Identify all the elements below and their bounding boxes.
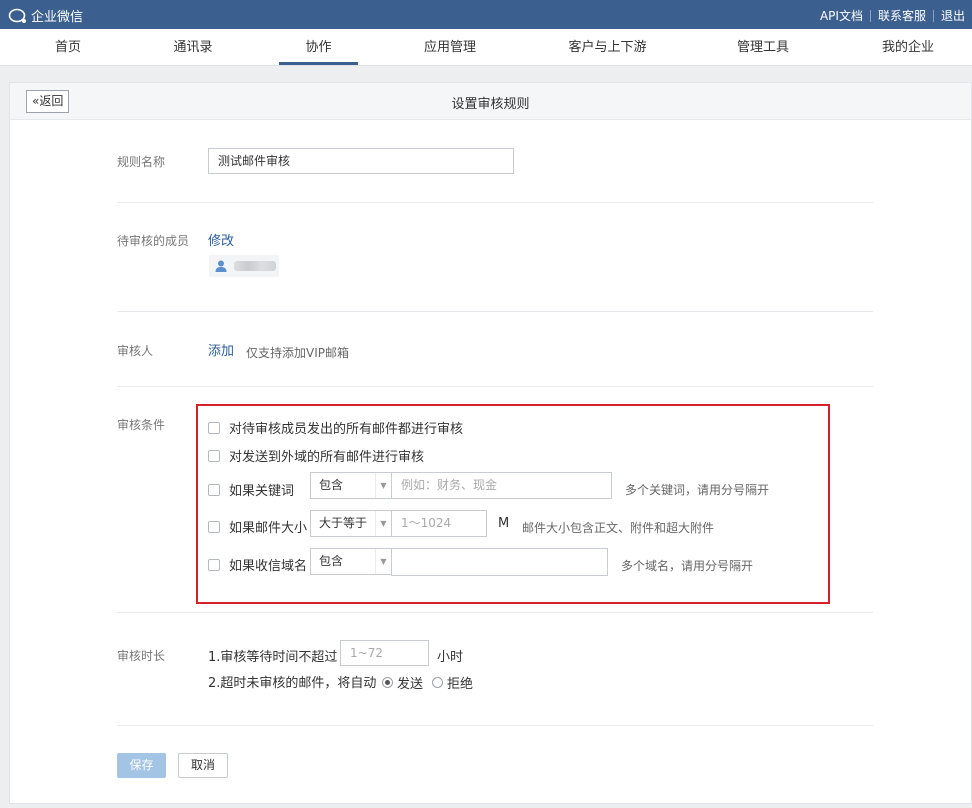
card-header: 设置审核规则 «返回 [10, 83, 971, 120]
keyword-match-select[interactable]: 包含 ▼ [310, 472, 392, 499]
contact-support-link[interactable]: 联系客服 [871, 7, 933, 24]
page-title: 设置审核规则 [451, 97, 530, 112]
domain-hint: 多个域名，请用分号隔开 [621, 559, 754, 573]
condition-external-domain[interactable]: 对发送到外域的所有邮件进行审核 [208, 446, 424, 465]
condition-domain-label: 如果收信域名 [229, 559, 308, 574]
size-compare-select[interactable]: 大于等于 ▼ [310, 510, 392, 537]
add-reviewer-link[interactable]: 添加 [208, 340, 234, 359]
duration-label: 审核时长 [117, 649, 166, 663]
nav-home[interactable]: 首页 [40, 29, 96, 66]
conditions-label: 审核条件 [117, 418, 166, 432]
option-reject-label: 拒绝 [447, 677, 474, 692]
reviewer-label: 审核人 [117, 344, 154, 358]
condition-all-outgoing[interactable]: 对待审核成员发出的所有邮件都进行审核 [208, 418, 463, 437]
keyword-hint: 多个关键词，请用分号隔开 [625, 483, 770, 497]
condition-keyword-label: 如果关键词 [229, 484, 295, 499]
rule-settings-card: 设置审核规则 «返回 规则名称 测试邮件审核 待审核的成员 修改 审核人 添加 … [9, 82, 972, 804]
app-name: 企业微信 [31, 10, 84, 25]
option-reject[interactable]: 拒绝 [432, 673, 473, 692]
divider [117, 612, 873, 613]
logout-link[interactable]: 退出 [934, 7, 972, 24]
members-label: 待审核的成员 [117, 234, 190, 248]
member-name-redacted [234, 261, 276, 271]
divider [117, 725, 873, 726]
domain-match-value: 包含 [319, 554, 344, 568]
option-send[interactable]: 发送 [382, 673, 423, 692]
condition-all-outgoing-label: 对待审核成员发出的所有邮件都进行审核 [229, 422, 464, 437]
top-links: API文档 联系客服 退出 [813, 7, 972, 24]
wecom-logo-icon [8, 8, 28, 24]
rule-name-input[interactable]: 测试邮件审核 [208, 148, 514, 174]
nav-app-management[interactable]: 应用管理 [414, 29, 486, 66]
top-bar: 企业微信 API文档 联系客服 退出 [0, 0, 972, 29]
size-input-placeholder: 1～1024 [401, 516, 452, 530]
condition-keyword[interactable]: 如果关键词 [208, 480, 294, 499]
main-nav: 首页 通讯录 协作 应用管理 客户与上下游 管理工具 我的企业 [0, 29, 972, 66]
divider [117, 202, 873, 203]
condition-domain[interactable]: 如果收信域名 [208, 555, 307, 574]
wait-hours-placeholder: 1~72 [350, 646, 383, 660]
chevron-down-icon: ▼ [375, 473, 391, 498]
size-unit: M [498, 516, 510, 531]
nav-active-indicator [279, 62, 358, 65]
checkbox[interactable] [208, 449, 220, 462]
checkbox[interactable] [208, 421, 220, 434]
keyword-match-value: 包含 [319, 478, 344, 492]
user-icon [215, 260, 227, 272]
wait-time-prefix: 1.审核等待时间不超过 [208, 650, 338, 665]
size-compare-value: 大于等于 [319, 516, 368, 530]
radio-send[interactable] [382, 677, 393, 688]
keyword-input[interactable]: 例如：财务、现金 [391, 472, 612, 499]
option-send-label: 发送 [397, 677, 424, 692]
chevron-down-icon: ▼ [375, 549, 391, 574]
edit-members-link[interactable]: 修改 [208, 230, 234, 249]
checkbox[interactable] [208, 520, 220, 533]
condition-size[interactable]: 如果邮件大小 [208, 517, 307, 536]
checkbox[interactable] [208, 558, 220, 571]
checkbox[interactable] [208, 483, 220, 496]
radio-reject[interactable] [432, 677, 443, 688]
size-input[interactable]: 1～1024 [391, 510, 487, 537]
save-button[interactable]: 保存 [117, 753, 166, 778]
app-logo[interactable]: 企业微信 [8, 6, 83, 25]
timeout-action-prefix: 2.超时未审核的邮件，将自动 [208, 676, 377, 691]
rule-name-label: 规则名称 [117, 155, 166, 169]
domain-match-select[interactable]: 包含 ▼ [310, 548, 392, 575]
reviewer-hint: 仅支持添加VIP邮箱 [246, 346, 349, 360]
nav-contacts[interactable]: 通讯录 [163, 29, 223, 66]
nav-my-company[interactable]: 我的企业 [872, 29, 944, 66]
condition-size-label: 如果邮件大小 [229, 521, 308, 536]
member-chip [209, 255, 279, 277]
domain-input[interactable] [391, 548, 608, 576]
nav-admin-tools[interactable]: 管理工具 [727, 29, 799, 66]
condition-external-domain-label: 对发送到外域的所有邮件进行审核 [229, 450, 425, 465]
size-hint: 邮件大小包含正文、附件和超大附件 [522, 521, 715, 535]
nav-customers[interactable]: 客户与上下游 [560, 29, 655, 66]
api-docs-link[interactable]: API文档 [813, 7, 870, 24]
chevron-down-icon: ▼ [375, 511, 391, 536]
keyword-input-placeholder: 例如：财务、现金 [401, 478, 498, 492]
wait-hours-input[interactable]: 1~72 [340, 640, 429, 666]
divider [117, 386, 873, 387]
hours-unit: 小时 [437, 650, 464, 665]
back-button[interactable]: «返回 [26, 90, 70, 113]
nav-collaboration[interactable]: 协作 [279, 29, 358, 66]
cancel-button[interactable]: 取消 [178, 753, 228, 778]
divider [117, 311, 873, 312]
